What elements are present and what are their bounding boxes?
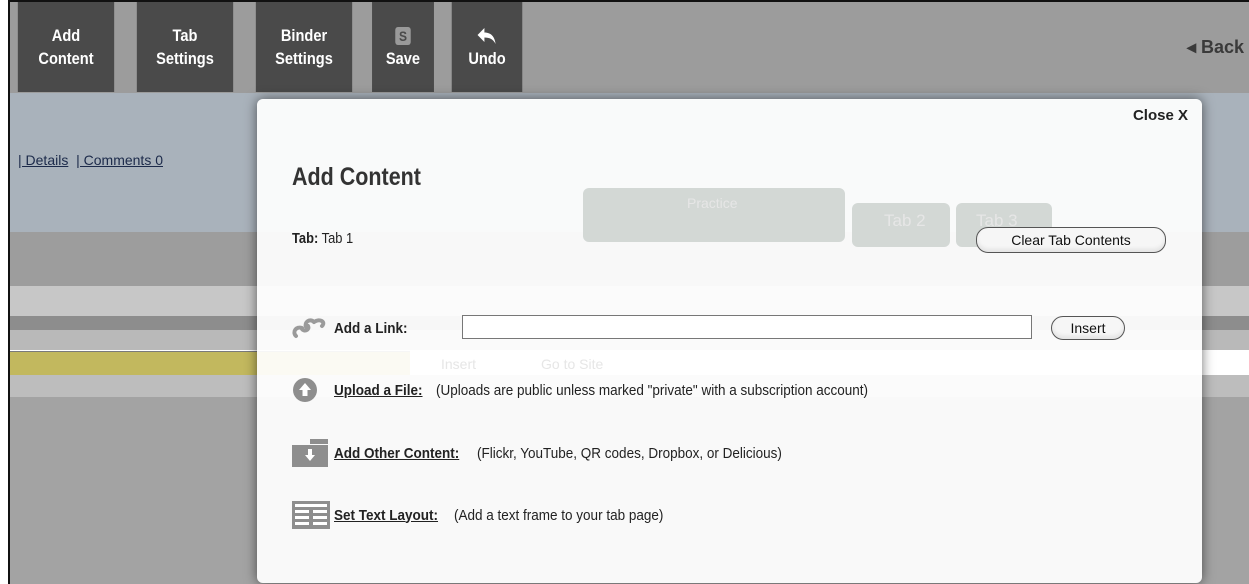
save-label: Save [385, 48, 421, 68]
binder-settings-toolbar-button[interactable]: Binder Settings [255, 2, 353, 92]
other-content-row: Add Other Content: (Flickr, YouTube, QR … [292, 439, 816, 467]
binder-settings-label-line1: Binder [280, 26, 328, 45]
tab-settings-label-line2: Settings [156, 49, 214, 68]
tab-prefix: Tab: [292, 230, 319, 247]
tab2-label-ghost: Tab 2 [884, 211, 926, 230]
add-content-dialog: Practice Tab 2 Tab 3 Insert Go to Site C… [257, 99, 1202, 583]
clear-tab-contents-button[interactable]: Clear Tab Contents [976, 227, 1166, 253]
text-layout-row: Set Text Layout: (Add a text frame to yo… [292, 501, 686, 529]
binder-settings-label-line2: Settings [275, 49, 333, 68]
add-content-toolbar-button[interactable]: Add Content [17, 2, 115, 92]
goto-site-ghost: Go to Site [541, 356, 604, 372]
insert-ghost: Insert [441, 356, 477, 372]
save-toolbar-button[interactable]: S Save [372, 2, 434, 92]
link-url-input[interactable] [462, 315, 1032, 339]
back-button[interactable]: ◂ Back [1169, 2, 1249, 92]
save-icon: S [394, 25, 411, 47]
app-window: Add Content Tab Settings Binder Settings… [8, 0, 1249, 584]
add-link-label: Add a Link: [334, 319, 408, 337]
tab-settings-label-line1: Tab [172, 26, 198, 45]
set-text-layout-link[interactable]: Set Text Layout: [334, 507, 438, 524]
upload-file-link[interactable]: Upload a File: [334, 382, 423, 399]
current-tab-line: Tab: Tab 1 [292, 230, 353, 247]
set-text-layout-description: (Add a text frame to your tab page) [453, 506, 663, 524]
svg-text:S: S [399, 28, 407, 44]
add-other-content-description: (Flickr, YouTube, QR codes, Dropbox, or … [477, 444, 783, 462]
undo-icon [477, 25, 498, 47]
insert-link-button[interactable]: Insert [1051, 316, 1125, 340]
upload-file-description: (Uploads are public unless marked "priva… [436, 381, 869, 399]
comments-link[interactable]: | Comments 0 [76, 152, 163, 168]
text-layout-icon [292, 501, 334, 529]
add-link-row: Add a Link: [292, 314, 420, 342]
upload-icon [292, 376, 334, 404]
add-content-label-line2: Content [38, 49, 94, 68]
undo-label: Undo [468, 48, 506, 68]
practice-label-ghost: Practice [687, 195, 738, 211]
undo-toolbar-button[interactable]: Undo [451, 2, 523, 92]
add-other-content-link[interactable]: Add Other Content: [334, 445, 459, 462]
download-tray-icon [292, 439, 334, 467]
link-chain-icon [292, 314, 334, 342]
add-content-label-line1: Add [51, 26, 81, 45]
upload-file-row: Upload a File: (Uploads are public unles… [292, 376, 916, 404]
tab-value: Tab 1 [321, 230, 354, 247]
dialog-title: Add Content [292, 163, 421, 191]
binder-links: | Details | Comments 0 [18, 152, 163, 168]
details-link[interactable]: | Details [18, 152, 68, 168]
close-dialog-button[interactable]: Close X [1133, 107, 1188, 124]
tab-settings-toolbar-button[interactable]: Tab Settings [136, 2, 234, 92]
